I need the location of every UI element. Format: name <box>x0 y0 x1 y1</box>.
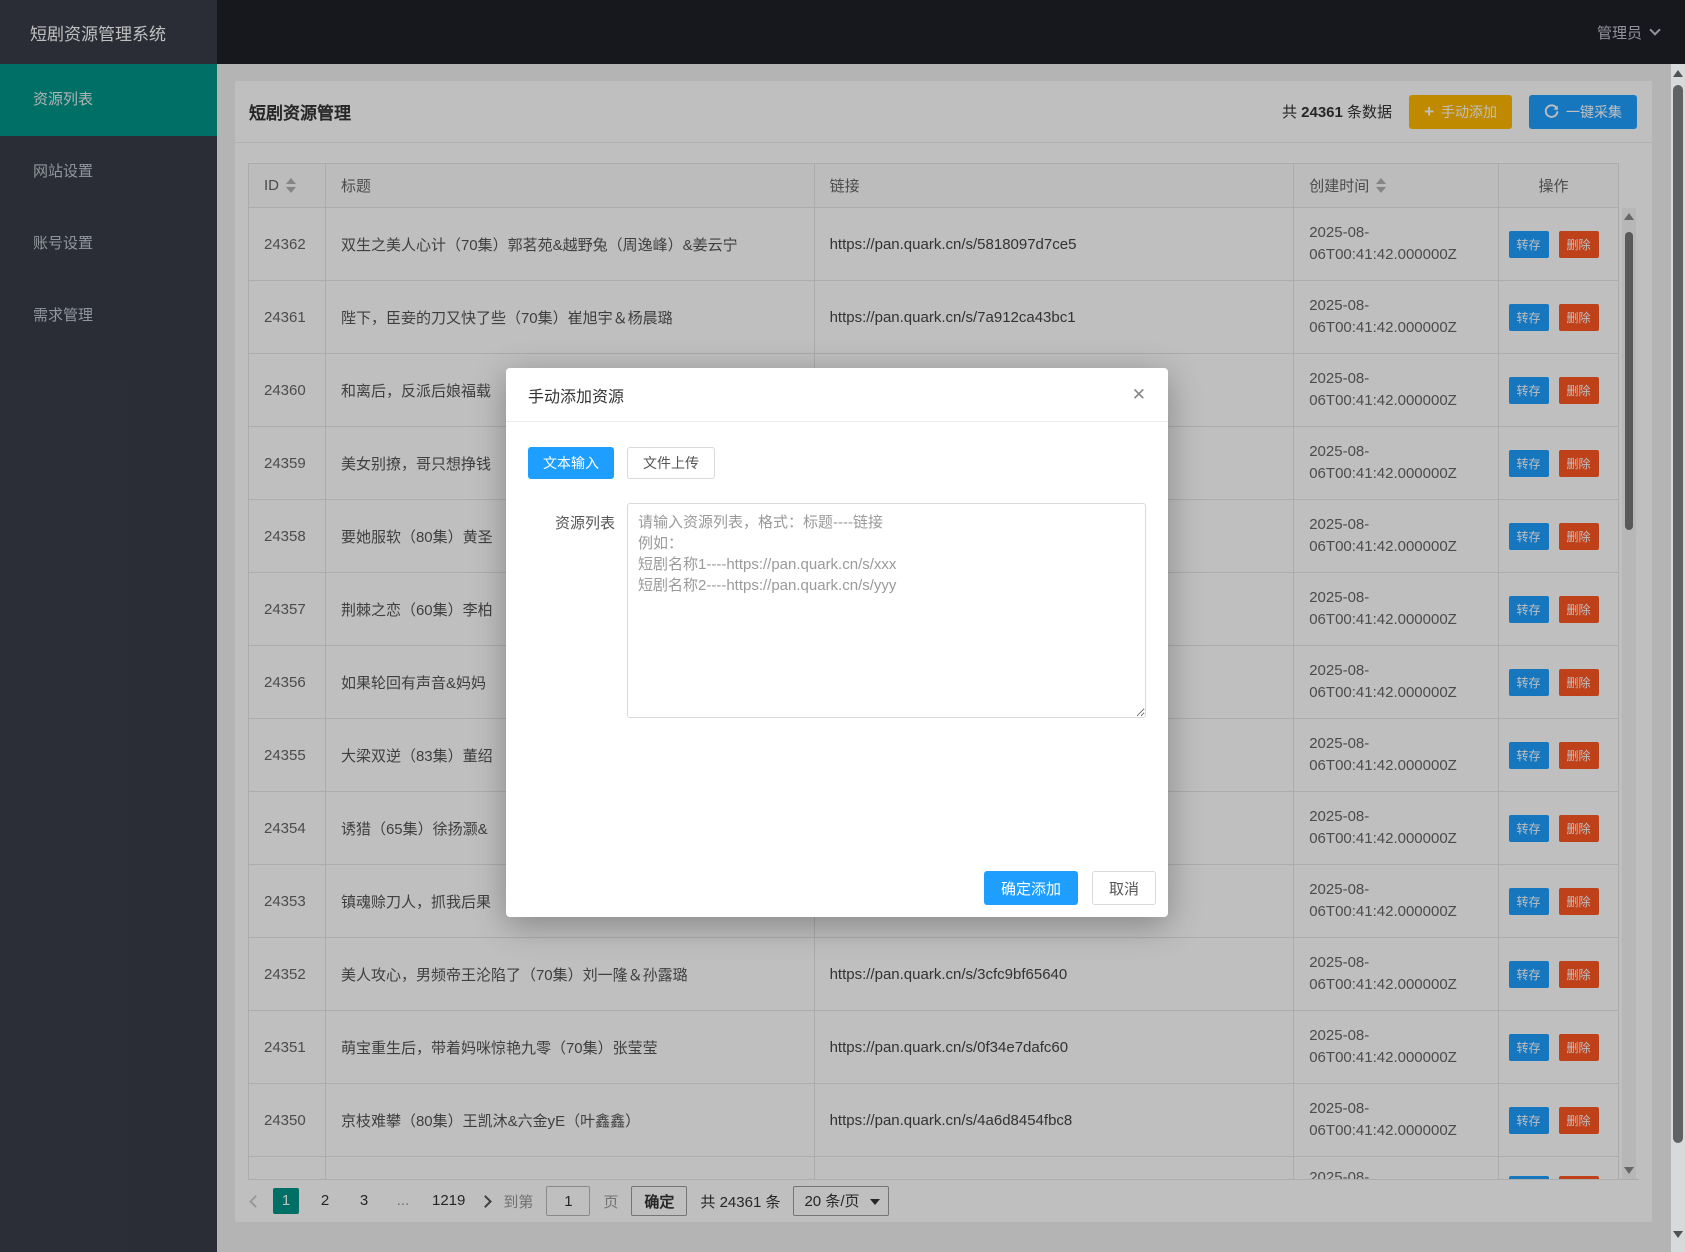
modal-tab-0[interactable]: 文本输入 <box>528 447 614 479</box>
modal-header: 手动添加资源 ✕ <box>506 368 1168 422</box>
manual-add-modal: 手动添加资源 ✕ 文本输入 文件上传 资源列表 确定添加 取消 <box>506 368 1168 917</box>
modal-footer: 确定添加 取消 <box>984 871 1156 905</box>
modal-tab-1[interactable]: 文件上传 <box>627 447 715 479</box>
resource-list-field: 资源列表 <box>528 503 1146 718</box>
window-scrollbar-thumb[interactable] <box>1673 85 1683 1143</box>
confirm-add-button[interactable]: 确定添加 <box>984 871 1078 905</box>
scroll-up-icon[interactable] <box>1673 70 1683 77</box>
close-icon[interactable]: ✕ <box>1132 386 1146 403</box>
modal-tabs: 文本输入 文件上传 <box>528 447 1146 479</box>
modal-body: 文本输入 文件上传 资源列表 <box>506 422 1168 718</box>
scroll-down-icon[interactable] <box>1673 1231 1683 1238</box>
window-scrollbar[interactable] <box>1671 64 1685 1252</box>
resource-list-textarea[interactable] <box>627 503 1146 718</box>
cancel-button[interactable]: 取消 <box>1092 871 1156 905</box>
modal-title: 手动添加资源 <box>528 383 624 407</box>
resource-list-label: 资源列表 <box>528 503 627 718</box>
